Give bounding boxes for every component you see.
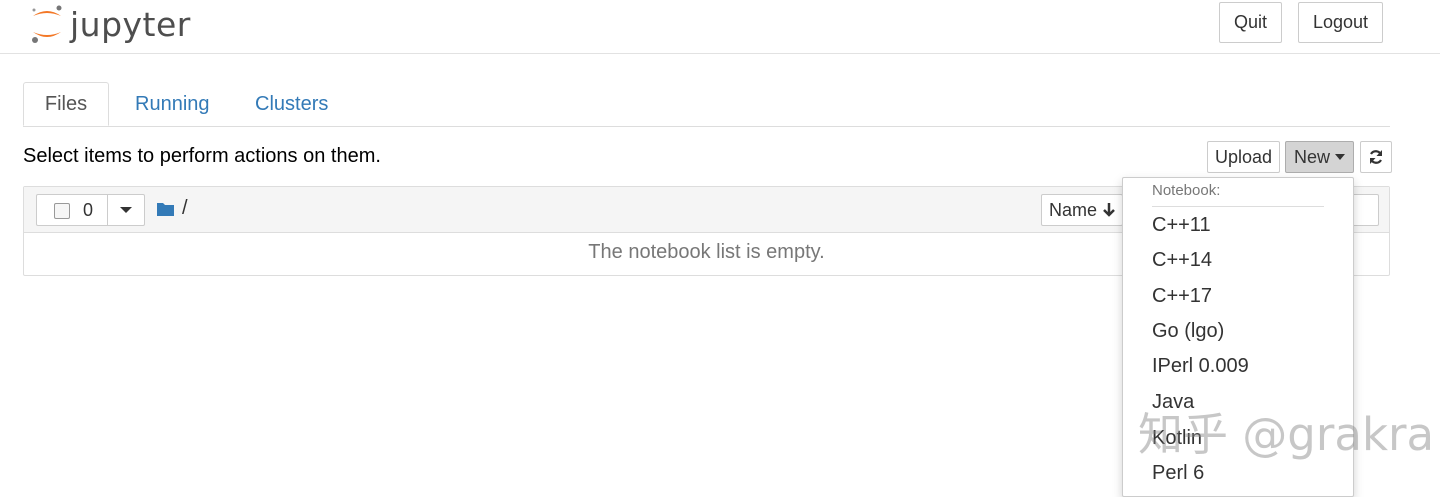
menu-item-cpp14[interactable]: C++14 [1152,249,1212,272]
tab-running[interactable]: Running [135,82,210,126]
menu-item-cpp11[interactable]: C++11 [1152,214,1211,237]
instruction-text: Select items to perform actions on them. [23,145,381,167]
refresh-button[interactable] [1360,141,1392,173]
logout-button[interactable]: Logout [1298,2,1383,43]
upload-button[interactable]: Upload [1207,141,1280,173]
menu-item-iperl[interactable]: IPerl 0.009 [1152,355,1249,378]
jupyter-logo-icon [32,5,62,43]
caret-down-icon [1335,154,1345,160]
sort-name-label: Name [1049,199,1098,220]
breadcrumb: / [156,197,188,220]
select-divider [107,195,108,225]
watermark-text: 知乎 @grakra [1138,408,1435,461]
logo-text: jupyter [70,4,191,44]
menu-item-perl6[interactable]: Perl 6 [1152,462,1204,485]
arrow-down-icon [1103,203,1115,217]
tab-clusters[interactable]: Clusters [255,82,328,126]
tab-bar: Files Running Clusters [23,82,1390,127]
new-button-label: New [1293,146,1330,167]
selected-count: 0 [83,200,94,220]
menu-header-notebook: Notebook: [1152,182,1221,199]
menu-item-cpp17[interactable]: C++17 [1152,285,1212,308]
quit-button[interactable]: Quit [1219,2,1282,43]
new-dropdown-button[interactable]: New [1285,141,1354,173]
jupyter-logo[interactable]: jupyter [30,4,191,44]
select-all-control[interactable]: 0 [36,194,145,226]
header-bar: jupyter Quit Logout [0,0,1440,54]
menu-divider [1152,206,1324,207]
breadcrumb-root[interactable]: / [182,197,188,220]
menu-item-go[interactable]: Go (lgo) [1152,320,1224,343]
sort-name-button[interactable]: Name [1041,194,1123,226]
select-all-checkbox[interactable] [54,203,70,219]
refresh-icon [1369,150,1383,164]
tab-files[interactable]: Files [23,82,109,126]
folder-icon[interactable] [156,201,175,217]
caret-down-icon[interactable] [120,207,132,213]
